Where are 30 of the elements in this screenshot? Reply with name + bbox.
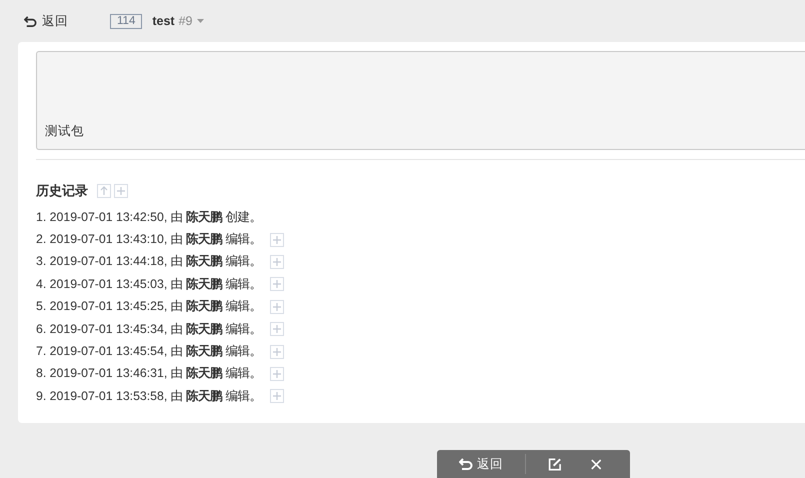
plus-icon[interactable] — [270, 322, 284, 336]
history-entry: 9. 2019-07-01 13:53:58, 由 陈天鹏 编辑。 — [36, 388, 262, 405]
item-title: test — [152, 14, 175, 28]
history-entry: 5. 2019-07-01 13:45:25, 由 陈天鹏 编辑。 — [36, 298, 262, 316]
plus-icon[interactable] — [114, 184, 128, 198]
close-icon[interactable] — [590, 458, 601, 470]
plus-icon[interactable] — [270, 366, 284, 381]
id-badge: 114 — [110, 14, 142, 28]
undo-icon — [24, 14, 37, 28]
description-field[interactable]: 测试包 — [36, 51, 805, 150]
history-entry: 7. 2019-07-01 13:45:54, 由 陈天鹏 编辑。 — [36, 343, 262, 360]
history-entry: 8. 2019-07-01 13:46:31, 由 陈天鹏 编辑。 — [36, 365, 262, 382]
history-entry: 6. 2019-07-01 13:45:34, 由 陈天鹏 编辑。 — [36, 320, 262, 338]
back-button[interactable]: 返回 — [459, 456, 503, 472]
history-entry: 1. 2019-07-01 13:42:50, 由 陈天鹏 创建。 — [36, 208, 262, 226]
plus-icon[interactable] — [270, 232, 284, 247]
plus-icon[interactable] — [270, 344, 284, 359]
back-button[interactable]: 返回 — [24, 12, 68, 30]
history-entry: 4. 2019-07-01 13:45:03, 由 陈天鹏 编辑。 — [36, 276, 262, 293]
plus-icon[interactable] — [270, 300, 284, 314]
plus-icon[interactable] — [270, 277, 284, 292]
history-entry: 2. 2019-07-01 13:43:10, 由 陈天鹏 编辑。 — [36, 231, 262, 248]
undo-icon — [459, 457, 473, 471]
caret-icon[interactable] — [197, 19, 204, 23]
plus-icon[interactable] — [270, 254, 284, 269]
plus-icon[interactable] — [270, 389, 284, 404]
edit-icon[interactable] — [548, 456, 562, 472]
arrow-up-icon[interactable] — [97, 184, 111, 198]
history-entry: 3. 2019-07-01 13:44:18, 由 陈天鹏 编辑。 — [36, 253, 262, 270]
history-heading: 历史记录 — [36, 182, 88, 200]
